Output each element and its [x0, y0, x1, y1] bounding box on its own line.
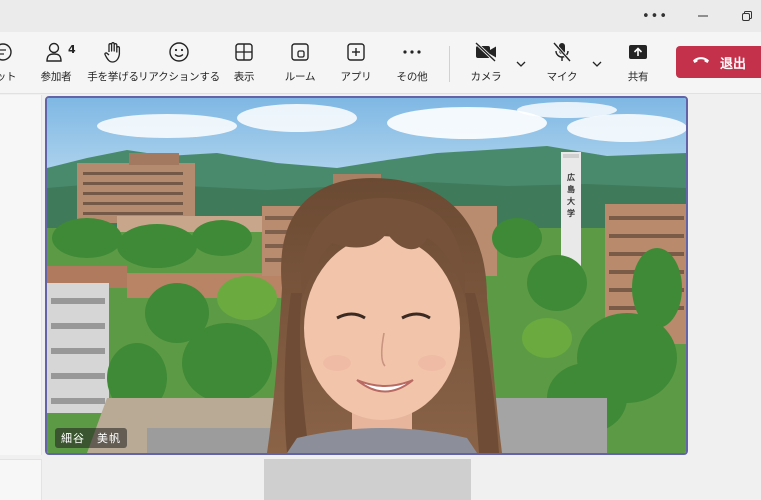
chat-button[interactable]: ット: [0, 40, 24, 88]
mic-button[interactable]: マイク: [542, 40, 582, 88]
camera-off-icon: [474, 40, 498, 64]
raise-hand-icon: [102, 40, 124, 64]
camera-options-chevron-icon[interactable]: [513, 56, 529, 72]
people-icon: 4: [45, 40, 76, 64]
rooms-icon: [289, 40, 311, 64]
share-label: 共有: [627, 71, 649, 83]
participant-count-badge: 4: [68, 43, 76, 56]
react-label: リアクションする: [138, 71, 220, 83]
more-label: その他: [396, 71, 428, 83]
side-panel: [0, 95, 42, 455]
meeting-toolbar: ット 4 参加者 手を挙げる リアクションする 表示 ルーム アプリ その他 カ…: [0, 32, 761, 94]
apps-label: アプリ: [340, 71, 372, 83]
tower-sign-char-4: 学: [567, 208, 575, 218]
mic-options-chevron-icon[interactable]: [589, 56, 605, 72]
tower-sign-char-1: 広: [567, 172, 575, 182]
leave-label: 退出: [720, 56, 747, 72]
secondary-video-tile[interactable]: [264, 459, 471, 500]
participants-label: 参加者: [40, 71, 72, 83]
restore-icon[interactable]: [725, 0, 761, 32]
camera-button[interactable]: カメラ: [466, 40, 506, 88]
share-button[interactable]: 共有: [618, 40, 658, 88]
leave-button[interactable]: 退出: [676, 46, 761, 78]
side-panel-lower: [0, 459, 42, 500]
camera-label: カメラ: [470, 71, 502, 83]
raise-hand-button[interactable]: 手を挙げる: [87, 40, 139, 88]
chat-label: ット: [0, 71, 17, 83]
more-icon: [401, 40, 423, 64]
view-button[interactable]: 表示: [226, 40, 262, 88]
share-screen-icon: [627, 40, 649, 64]
view-label: 表示: [233, 71, 255, 83]
rooms-button[interactable]: ルーム: [282, 40, 318, 88]
participants-button[interactable]: 4 参加者: [36, 40, 76, 88]
video-feed: 広 島 大 学: [47, 98, 686, 453]
participant-name-tag: 細谷 美帆: [55, 428, 127, 448]
tower-sign-char-2: 島: [567, 184, 575, 194]
add-app-icon: [345, 40, 367, 64]
tower-sign-char-3: 大: [567, 196, 575, 206]
hang-up-icon: [692, 54, 710, 70]
chat-icon: [0, 40, 17, 64]
participant-video-tile[interactable]: 広 島 大 学 細谷 美帆: [45, 96, 688, 455]
apps-button[interactable]: アプリ: [338, 40, 374, 88]
meeting-stage: 広 島 大 学 細谷 美帆: [0, 95, 761, 500]
more-options-icon[interactable]: •••: [633, 0, 677, 32]
smile-icon: [168, 40, 190, 64]
minimize-icon[interactable]: [681, 0, 725, 32]
toolbar-divider: [449, 46, 450, 82]
raise-hand-label: 手を挙げる: [87, 71, 139, 83]
react-button[interactable]: リアクションする: [138, 40, 220, 88]
rooms-label: ルーム: [284, 71, 316, 83]
mic-label: マイク: [546, 71, 578, 83]
title-bar: •••: [0, 0, 761, 32]
mic-off-icon: [551, 40, 573, 64]
grid-view-icon: [233, 40, 255, 64]
more-button[interactable]: その他: [392, 40, 432, 88]
